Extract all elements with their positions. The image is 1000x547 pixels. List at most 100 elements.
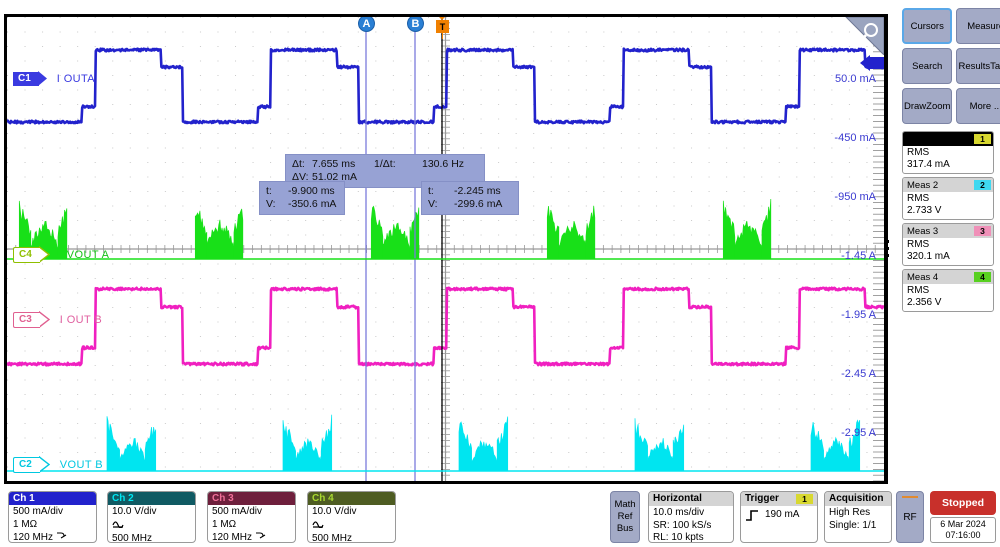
trigger-level: 190 mA [765,509,800,520]
channel-label-c3: I OUT B [59,313,103,326]
bandwidth-limit-icon [56,531,67,542]
vertical-axis-label: -450 mA [834,132,876,144]
cursor-a-handle[interactable]: A [358,17,375,32]
sidebar-button-label: Table [990,60,1000,72]
channel-settings-c4[interactable]: Ch 4 10.0 V/div 500 MHz [307,491,396,543]
channel-badge-c1: C1 [13,71,39,86]
rf-button[interactable]: RF [896,491,924,543]
horizontal-settings-box[interactable]: Horizontal 10.0 ms/div SR: 100 kS/s RL: … [648,491,734,543]
acquisition-title: Acquisition [829,493,884,504]
trace-c4 [18,198,772,260]
waveform-plot-area[interactable]: C1 I OUTA C4 ▬ VOUT A C3 I OUT B C2 VOUT… [4,14,888,484]
sidebar-button-label: Zoom [926,100,951,112]
measurement-header[interactable]: Meas 4 4 [903,270,993,284]
measurement-header[interactable]: Meas 2 2 [903,178,993,192]
math-ref-bus-button[interactable]: Math Ref Bus [610,491,640,543]
cursor-a-v-value: -350.6 mA [288,198,337,210]
bottom-status-bar: Ch 1 500 mA/div 1 MΩ 120 MHz Ch 2 10.0 V/div 5… [0,488,1000,547]
rising-edge-icon [746,510,758,522]
measurement-header[interactable]: 1 [903,132,993,146]
measurement-body: RMS 320.1 mA [903,238,993,265]
cursor-a-t-value: -9.900 ms [288,185,335,197]
sidebar-button-label: Measure [967,20,1000,32]
measurement-box[interactable]: Meas 3 3 RMS 320.1 mA [902,223,994,266]
delta-t-value: 7.655 ms [312,158,356,170]
channel-bandwidth-row: 120 MHz [13,531,92,543]
measurement-title: Meas 2 [907,179,939,191]
inv-delta-t-label: 1/Δt: [374,158,396,170]
trace-c2 [106,414,861,472]
acquisition-sequence: Single: 1/1 [829,519,877,531]
sidebar-button-measure[interactable]: Measure [956,8,1000,44]
channel-impedance-row: 1 MΩ [13,519,38,530]
measurement-value: 2.356 V [907,297,942,308]
channel-vertical-scale: 10.0 V/div [312,506,357,517]
horizontal-sample-rate: SR: 100 kS/s [653,519,712,531]
datetime-display: 6 Mar 2024 07:16:00 [930,517,996,543]
sidebar-button-grid: CursorsMeasureSearchResultsTableDrawZoom… [898,4,1000,128]
measurement-body: RMS 2.356 V [903,284,993,311]
measurement-value: 317.4 mA [907,159,950,170]
measurement-box[interactable]: Meas 2 2 RMS 2.733 V [902,177,994,220]
channel-bandwidth-row: 500 MHz [312,532,391,543]
measurement-box[interactable]: 1 RMS 317.4 mA [902,131,994,174]
channel-bandwidth: 500 MHz [312,533,353,543]
horizontal-scale: 10.0 ms/div [653,507,705,518]
channel-offset-handle-c4[interactable]: ▬ [53,247,66,262]
sidebar-button-draw-zoom[interactable]: Draw Zoom [902,88,953,124]
cursor-b-handle[interactable]: B [407,17,424,32]
panel-resize-handle[interactable] [886,240,891,261]
trigger-position-marker[interactable]: T [435,17,450,39]
channel-bandwidth: 120 MHz [212,532,253,543]
measurement-badge-list: 1 RMS 317.4 mA Meas 2 2 RMS 2.733 V Meas 3 3 RMS 3… [898,131,998,312]
measurement-source-badge: 4 [974,272,991,282]
channel-settings-c2[interactable]: Ch 2 10.0 V/div 500 MHz [107,491,196,543]
bus-label: Bus [616,523,634,534]
channel-tag-c3[interactable]: C3 I OUT B [13,311,102,328]
channel-label-c1: I OUTA [56,72,96,85]
trigger-title: Trigger [745,493,779,504]
measurement-type: RMS [907,193,930,204]
trace-c3 [7,286,884,367]
measurement-value: 320.1 mA [907,251,950,262]
channel-tag-c4[interactable]: C4 ▬ VOUT A [13,246,109,263]
cursor-b-readout[interactable]: t: -2.245 ms V: -299.6 mA [421,181,519,215]
vertical-axis-label: -1.45 A [841,250,876,262]
sidebar-button-results-table[interactable]: ResultsTable [956,48,1000,84]
channel-bandwidth: 120 MHz [13,532,54,543]
cursor-a-readout[interactable]: t: -9.900 ms V: -350.6 mA [259,181,345,215]
channel-settings-header: Ch 3 [208,492,295,505]
measurement-body: RMS 2.733 V [903,192,993,219]
measurement-source-badge: 1 [974,134,991,144]
waveform-traces [7,17,884,481]
channel-settings-body: 10.0 V/div 500 MHz [308,505,395,543]
sidebar-button-label: Results [958,60,991,72]
sidebar-button-cursors[interactable]: Cursors [902,8,953,44]
math-label: Math [614,499,636,510]
sidebar-button-search[interactable]: Search [902,48,953,84]
sidebar-button-label: Cursors [910,20,944,32]
cursor-b-t-value: -2.245 ms [454,185,501,197]
run-stop-status-button[interactable]: Stopped [930,491,996,515]
measurement-box[interactable]: Meas 4 4 RMS 2.356 V [902,269,994,312]
cursor-b-v-value: -299.6 mA [454,198,503,210]
cursor-b-v-label: V: [428,198,438,210]
trigger-settings-box[interactable]: Trigger 1 190 mA [740,491,818,543]
channel-settings-c3[interactable]: Ch 3 500 mA/div 1 MΩ 120 MHz [207,491,296,543]
measurement-title: Meas 3 [907,225,939,237]
ac-coupling-icon [312,521,324,529]
measurement-header[interactable]: Meas 3 3 [903,224,993,238]
channel-ref-marker-c1[interactable] [860,55,884,71]
zoom-corner-badge[interactable] [830,17,884,56]
time-text: 07:16:00 [945,530,981,540]
channel-badge-c4: C4 [13,246,40,263]
acquisition-settings-box[interactable]: Acquisition High Res Single: 1/1 [824,491,892,543]
channel-tag-c2[interactable]: C2 VOUT B [13,456,103,473]
rf-color-indicator [902,496,918,498]
channel-settings-c1[interactable]: Ch 1 500 mA/div 1 MΩ 120 MHz [8,491,97,543]
channel-label-c4: VOUT A [66,248,110,261]
measurement-source-badge: 3 [974,226,991,236]
cursor-a-t-label: t: [266,185,272,197]
sidebar-button-more[interactable]: More ... [956,88,1000,124]
channel-tag-c1[interactable]: C1 I OUTA [13,71,95,86]
